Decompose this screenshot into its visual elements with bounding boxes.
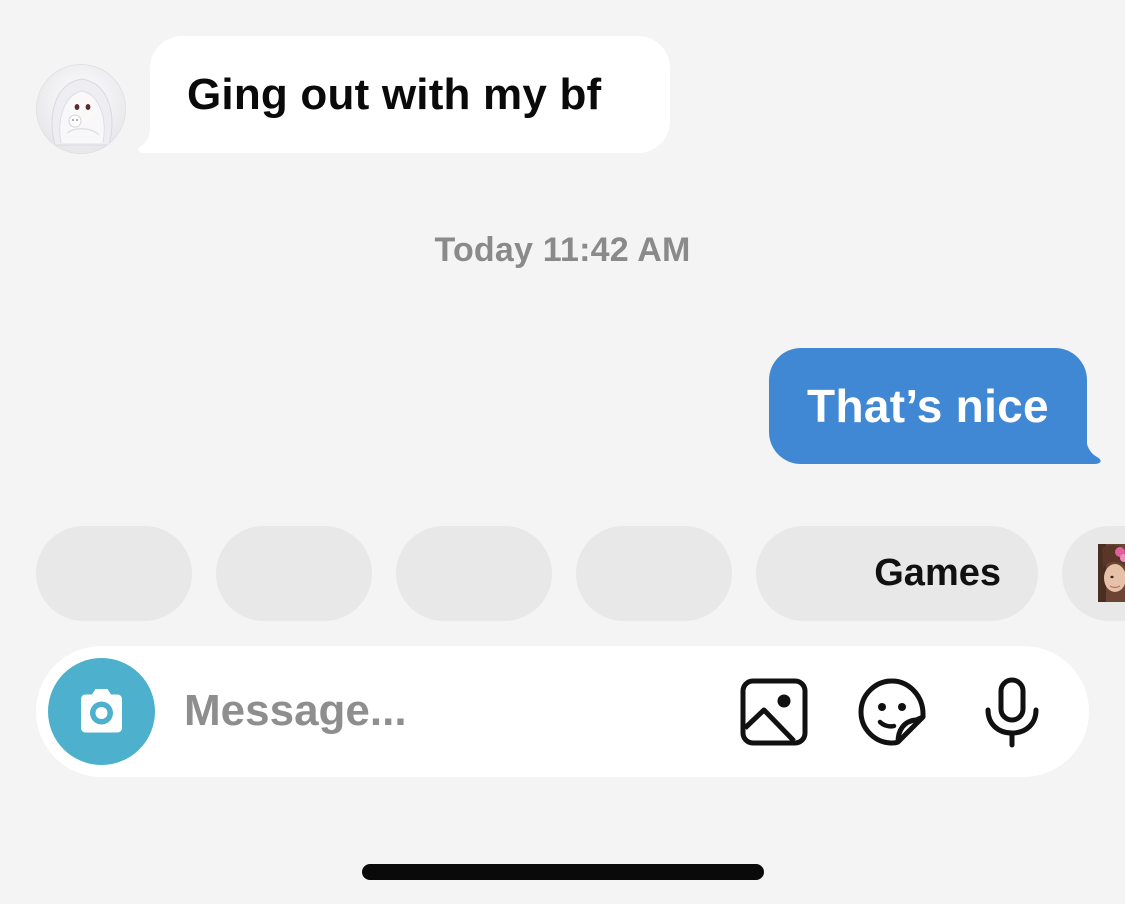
message-input[interactable] bbox=[184, 676, 704, 746]
message-composer bbox=[36, 646, 1089, 777]
image-icon[interactable] bbox=[738, 676, 810, 748]
outgoing-message-text: That’s nice bbox=[807, 380, 1049, 432]
sender-avatar[interactable] bbox=[36, 64, 126, 154]
microphone-icon[interactable] bbox=[976, 676, 1048, 748]
quick-reply-chip[interactable] bbox=[216, 526, 372, 621]
camera-icon bbox=[81, 689, 122, 733]
games-chip-label: Games bbox=[874, 552, 1001, 594]
quick-reply-chip-photo[interactable] bbox=[1062, 526, 1125, 621]
message-timestamp: Today 11:42 AM bbox=[434, 231, 691, 269]
quick-reply-chip[interactable] bbox=[396, 526, 552, 621]
outgoing-message-bubble[interactable]: That’s nice bbox=[769, 348, 1087, 464]
sticker-icon[interactable] bbox=[856, 676, 928, 748]
incoming-message-text: Ging out with my bf bbox=[187, 70, 602, 119]
camera-button[interactable] bbox=[48, 658, 155, 765]
anime-avatar-icon bbox=[37, 65, 125, 153]
quick-reply-chip[interactable] bbox=[36, 526, 192, 621]
games-chip[interactable]: Games bbox=[756, 526, 1038, 621]
home-indicator[interactable] bbox=[362, 864, 764, 880]
quick-reply-chip[interactable] bbox=[576, 526, 732, 621]
photo-thumbnail-icon bbox=[1098, 544, 1125, 602]
incoming-message-bubble[interactable]: Ging out with my bf bbox=[150, 36, 670, 153]
